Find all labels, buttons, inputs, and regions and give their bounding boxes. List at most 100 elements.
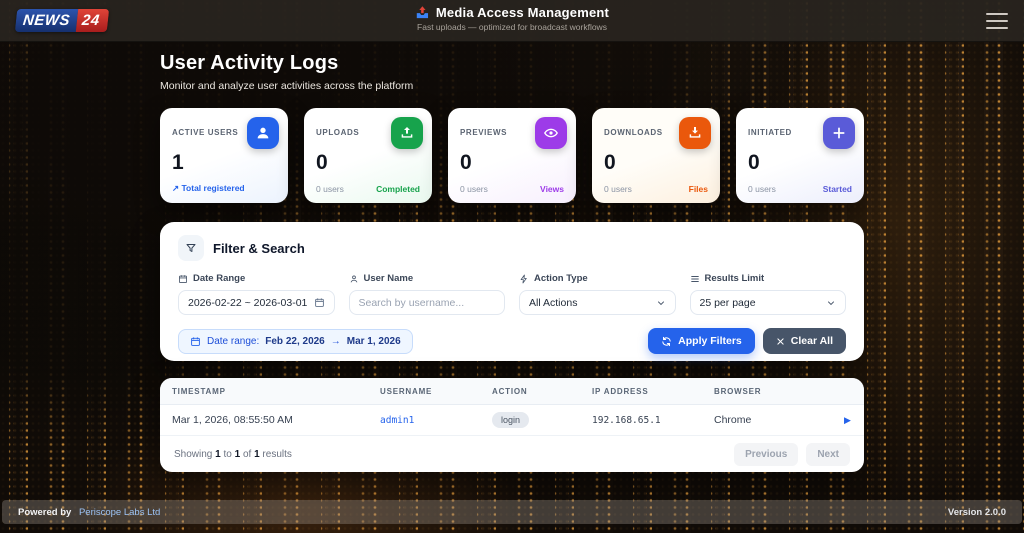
plus-icon	[823, 117, 855, 149]
stat-trend: ↗ Total registered	[172, 183, 245, 193]
date-range-value: 2026-02-22 ~ 2026-03-01	[188, 296, 308, 309]
stat-value: 0	[604, 151, 616, 174]
action-badge: login	[492, 412, 530, 428]
stat-users: 0 users	[748, 184, 776, 194]
arrow-right-icon: →	[330, 335, 341, 347]
calendar-icon[interactable]	[314, 297, 325, 308]
results-limit-select[interactable]: 25 per page	[689, 290, 846, 315]
stat-users: 0 users	[316, 184, 344, 194]
stat-card-downloads: DOWNLOADS 0 0 users Files	[592, 108, 720, 203]
page-subtitle: Monitor and analyze user activities acro…	[160, 80, 414, 92]
filter-panel: Filter & Search Date Range 2026-02-22 ~ …	[160, 222, 864, 361]
field-date-range: Date Range 2026-02-22 ~ 2026-03-01	[178, 273, 335, 315]
stat-users: 0 users	[604, 184, 632, 194]
logo-24: 24	[75, 9, 109, 32]
table-row[interactable]: Mar 1, 2026, 08:55:50 AM admin1 login 19…	[160, 405, 864, 436]
col-action: ACTION	[492, 386, 528, 396]
col-browser: BROWSER	[714, 386, 762, 396]
cell-ip-address: 192.168.65.1	[592, 414, 661, 426]
apply-filters-label: Apply Filters	[678, 335, 742, 347]
table-header-row: TIMESTAMP USERNAME ACTION IP ADDRESS BRO…	[160, 378, 864, 405]
user-name-label: User Name	[363, 273, 414, 284]
stat-card-previews: PREVIEWS 0 0 users Views	[448, 108, 576, 203]
col-username: USERNAME	[380, 386, 433, 396]
date-range-label: Date Range	[193, 273, 246, 284]
stat-value: 0	[460, 151, 472, 174]
logo-news: NEWS	[14, 9, 79, 32]
app-subtitle: Fast uploads — optimized for broadcast w…	[417, 22, 607, 32]
stat-card-initiated: INITIATED 0 0 users Started	[736, 108, 864, 203]
app-window: NEWS 24 Media Access Management Fast upl…	[0, 0, 1024, 533]
filter-header: Filter & Search	[178, 235, 846, 261]
cell-browser: Chrome	[714, 414, 752, 426]
hamburger-menu-icon[interactable]	[986, 12, 1008, 29]
top-bar: NEWS 24 Media Access Management Fast upl…	[0, 0, 1024, 42]
version-label: Version 2.0.0	[947, 506, 1006, 518]
stat-users: 0 users	[460, 184, 488, 194]
list-icon	[690, 274, 700, 284]
app-title: Media Access Management	[435, 5, 610, 20]
activity-table: TIMESTAMP USERNAME ACTION IP ADDRESS BRO…	[160, 378, 864, 472]
footer-bar: Powered by Periscope Labs Ltd Version 2.…	[2, 500, 1022, 524]
chip-date-to: Mar 1, 2026	[346, 335, 401, 347]
app-header-meta: Media Access Management Fast uploads — o…	[415, 5, 609, 32]
clear-all-label: Clear All	[790, 335, 833, 347]
filter-title: Filter & Search	[213, 240, 305, 256]
col-timestamp: TIMESTAMP	[172, 386, 226, 396]
stat-cards: ACTIVE USERS 1 ↗ Total registered UPLOAD…	[160, 108, 864, 203]
download-icon	[679, 117, 711, 149]
close-icon	[776, 337, 785, 346]
stat-tag: Files	[688, 184, 708, 194]
chip-prefix: Date range:	[207, 335, 260, 347]
previous-page-button[interactable]: Previous	[734, 442, 799, 466]
results-summary: Showing 1 to 1 of 1 results	[174, 448, 292, 460]
expand-row-icon[interactable]: ▶	[844, 415, 864, 426]
stat-label: ACTIVE USERS	[172, 128, 239, 137]
outbox-tray-icon	[415, 5, 430, 20]
refresh-icon	[661, 336, 672, 347]
field-action-type: Action Type All Actions	[519, 273, 676, 315]
chevron-down-icon	[656, 298, 666, 308]
action-type-label: Action Type	[534, 273, 588, 284]
chevron-down-icon	[826, 298, 836, 308]
person-icon	[349, 274, 359, 284]
page-title: User Activity Logs	[160, 52, 339, 74]
field-results-limit: Results Limit 25 per page	[689, 273, 846, 315]
cell-username[interactable]: admin1	[380, 415, 492, 426]
results-limit-label: Results Limit	[704, 273, 765, 284]
stat-tag: Started	[822, 184, 852, 194]
clear-all-button[interactable]: Clear All	[762, 328, 846, 354]
stat-label: INITIATED	[748, 128, 792, 137]
action-type-select[interactable]: All Actions	[519, 290, 676, 315]
chip-date-from: Feb 22, 2026	[265, 335, 325, 347]
next-page-button[interactable]: Next	[806, 442, 850, 466]
company-link[interactable]: Periscope Labs Ltd	[79, 507, 160, 518]
user-icon	[247, 117, 279, 149]
apply-filters-button[interactable]: Apply Filters	[648, 328, 755, 354]
field-user-name: User Name	[348, 273, 505, 315]
username-search-input[interactable]	[348, 290, 505, 315]
eye-icon	[535, 117, 567, 149]
news24-logo: NEWS 24	[14, 9, 109, 32]
stat-value: 1	[172, 151, 184, 174]
cell-timestamp: Mar 1, 2026, 08:55:50 AM	[172, 414, 293, 426]
powered-by-label: Powered by	[18, 506, 72, 518]
date-range-chip: Date range: Feb 22, 2026 → Mar 1, 2026	[178, 328, 413, 354]
stat-value: 0	[748, 151, 760, 174]
pagination-bar: Showing 1 to 1 of 1 results Previous Nex…	[160, 436, 864, 472]
stat-card-uploads: UPLOADS 0 0 users Completed	[304, 108, 432, 203]
stat-label: UPLOADS	[316, 128, 360, 137]
stat-tag: Completed	[376, 184, 420, 194]
funnel-icon	[178, 235, 204, 261]
stat-tag: Views	[540, 184, 564, 194]
stat-label: DOWNLOADS	[604, 128, 663, 137]
calendar-icon	[190, 336, 201, 347]
action-type-value: All Actions	[529, 296, 578, 309]
calendar-icon	[178, 274, 188, 284]
date-range-input[interactable]: 2026-02-22 ~ 2026-03-01	[178, 290, 335, 315]
upload-icon	[391, 117, 423, 149]
stat-label: PREVIEWS	[460, 128, 508, 137]
stat-value: 0	[316, 151, 328, 174]
page-heading: User Activity Logs Monitor and analyze u…	[160, 52, 864, 92]
col-ip-address: IP ADDRESS	[592, 386, 649, 396]
